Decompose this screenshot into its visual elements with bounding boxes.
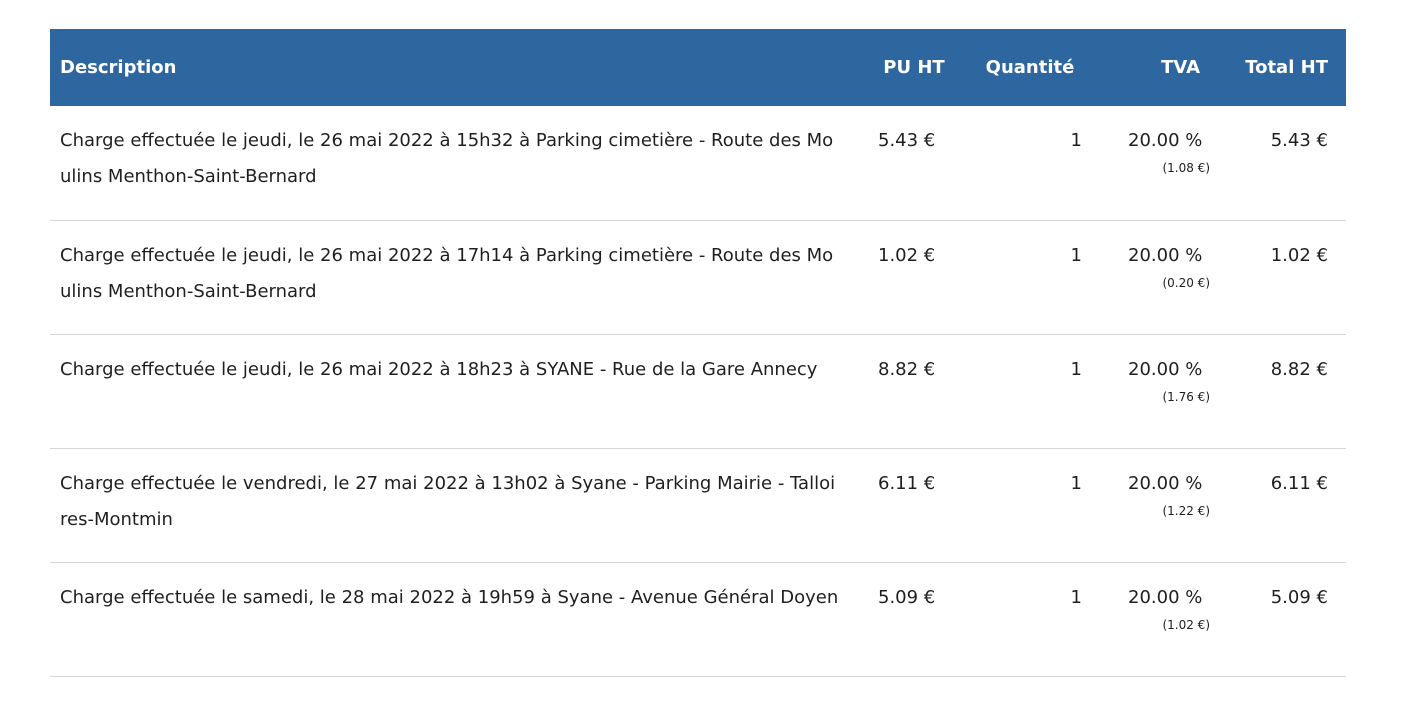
tva-rate: 20.00 %: [1128, 586, 1203, 608]
table-header: Description PU HT Quantité TVA Total HT: [50, 29, 1346, 106]
table-row: Charge effectuée le vendredi, le 27 mai …: [50, 448, 1346, 562]
cell-total-ht: 5.09 €: [1270, 586, 1328, 608]
cell-quantite: 1: [1070, 130, 1082, 151]
cell-description: Charge effectuée le jeudi, le 26 mai 202…: [60, 130, 834, 187]
cell-description: Charge effectuée le jeudi, le 26 mai 202…: [60, 358, 818, 380]
tva-amount: (0.20 €): [1162, 275, 1210, 290]
cell-pu-ht: 6.11 €: [878, 472, 936, 494]
table-header-row: Description PU HT Quantité TVA Total HT: [50, 29, 1346, 106]
cell-description: Charge effectuée le jeudi, le 26 mai 202…: [60, 244, 834, 302]
tva-amount: (1.08 €): [1162, 161, 1210, 175]
tva-amount: (1.22 €): [1162, 503, 1210, 518]
cell-quantite: 1: [1070, 472, 1082, 494]
header-total-ht: Total HT: [1245, 57, 1328, 78]
cell-quantite: 1: [1070, 586, 1082, 608]
cell-quantite: 1: [1070, 358, 1082, 380]
cell-total-ht: 1.02 €: [1270, 244, 1328, 266]
cell-total-ht: 8.82 €: [1270, 358, 1328, 380]
cell-tva: 20.00 % (1.08 €): [1092, 106, 1230, 220]
cell-description: Charge effectuée le samedi, le 28 mai 20…: [60, 586, 839, 608]
header-quantite: Quantité: [985, 57, 1075, 78]
header-description: Description: [60, 57, 177, 78]
cell-total-ht: 5.43 €: [1270, 130, 1328, 151]
cell-tva: 20.00 % (1.02 €): [1092, 562, 1230, 676]
cell-pu-ht: 5.43 €: [878, 130, 936, 151]
table-body: Charge effectuée le jeudi, le 26 mai 202…: [50, 106, 1346, 676]
cell-total-ht: 6.11 €: [1270, 472, 1328, 494]
cell-tva: 20.00 % (1.76 €): [1092, 334, 1230, 448]
table-row: Charge effectuée le jeudi, le 26 mai 202…: [50, 334, 1346, 448]
header-pu-ht: PU HT: [883, 57, 945, 78]
cell-tva: 20.00 % (0.20 €): [1092, 220, 1230, 334]
cell-quantite: 1: [1070, 244, 1082, 266]
table-row: Charge effectuée le samedi, le 28 mai 20…: [50, 562, 1346, 676]
cell-description: Charge effectuée le vendredi, le 27 mai …: [60, 472, 836, 530]
cell-tva: 20.00 % (1.22 €): [1092, 448, 1230, 562]
table-row: Charge effectuée le jeudi, le 26 mai 202…: [50, 220, 1346, 334]
invoice-lines-table-wrapper: Description PU HT Quantité TVA Total HT …: [50, 29, 1346, 677]
cell-pu-ht: 8.82 €: [878, 358, 936, 380]
header-tva: TVA: [1161, 57, 1200, 78]
invoice-lines-table: Description PU HT Quantité TVA Total HT …: [50, 29, 1346, 677]
tva-amount: (1.76 €): [1162, 389, 1210, 404]
table-row: Charge effectuée le jeudi, le 26 mai 202…: [50, 106, 1346, 220]
tva-amount: (1.02 €): [1162, 617, 1210, 632]
tva-rate: 20.00 %: [1128, 358, 1203, 380]
tva-rate: 20.00 %: [1128, 472, 1203, 494]
tva-rate: 20.00 %: [1128, 130, 1203, 151]
tva-rate: 20.00 %: [1128, 244, 1203, 266]
cell-pu-ht: 5.09 €: [878, 586, 936, 608]
cell-pu-ht: 1.02 €: [878, 244, 936, 266]
